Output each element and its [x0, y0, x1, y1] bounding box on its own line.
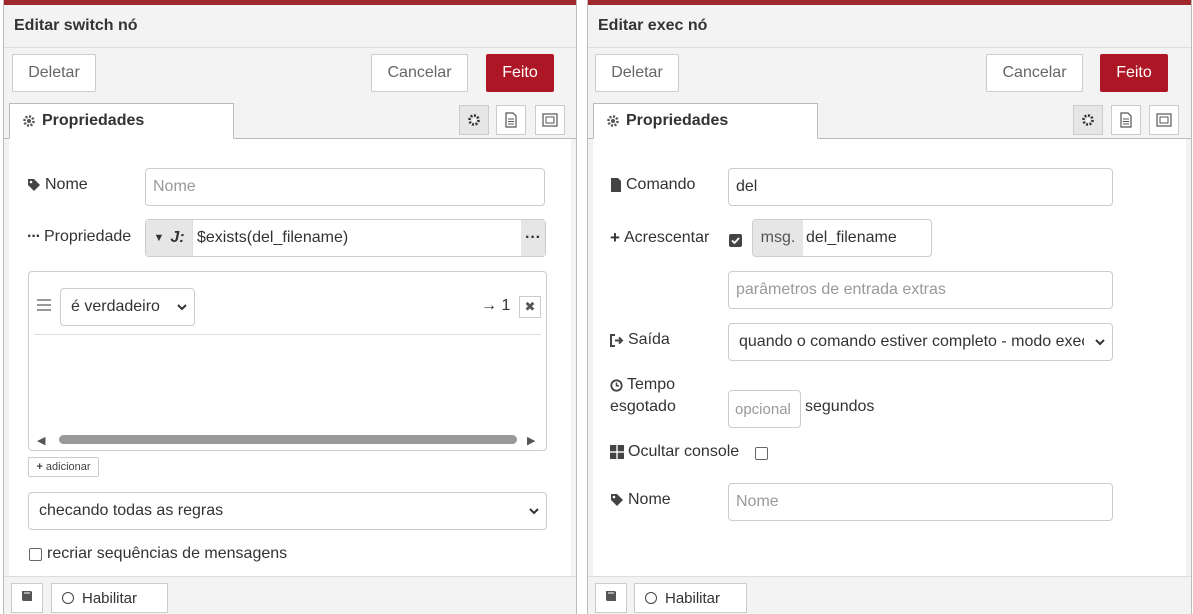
help-book-button[interactable]	[595, 583, 627, 613]
done-button[interactable]: Feito	[1100, 54, 1168, 92]
output-label: Saída	[610, 331, 670, 349]
timeout-input[interactable]: opcional	[728, 390, 801, 428]
settings-tab-icon[interactable]	[459, 105, 489, 135]
plus-icon: +	[36, 461, 43, 473]
gear-icon	[606, 114, 620, 128]
name-label: Nome	[610, 491, 671, 509]
tab-properties[interactable]: Propriedades	[593, 103, 818, 139]
top-accent-bar	[4, 0, 576, 5]
scroll-left-icon[interactable]: ◀	[37, 434, 45, 447]
append-checkbox[interactable]	[729, 234, 742, 247]
append-label: + Acrescentar	[610, 228, 710, 247]
description-tab-icon[interactable]	[496, 105, 526, 135]
panel-divider	[578, 0, 586, 614]
properties-form: Nome Nome ··· Propriedade ▼ J: $exists(d…	[9, 139, 571, 576]
settings-tab-icon[interactable]	[1073, 105, 1103, 135]
editor-title: Editar switch nó	[14, 17, 138, 34]
msg-type-selector[interactable]: msg.	[753, 220, 803, 256]
recreate-sequences-label: recriar sequências de mensagens	[47, 545, 288, 562]
file-icon	[610, 178, 622, 192]
hide-console-checkbox[interactable]	[755, 447, 768, 460]
delete-button[interactable]: Deletar	[12, 54, 96, 92]
done-button[interactable]: Feito	[486, 54, 554, 92]
add-rule-button[interactable]: + adicionar	[28, 457, 99, 477]
output-mode-select[interactable]: quando o comando estiver completo - modo…	[728, 323, 1113, 361]
description-tab-icon[interactable]	[1111, 105, 1141, 135]
name-label: Nome	[27, 176, 88, 194]
hide-console-label: Ocultar console	[610, 443, 739, 461]
name-input[interactable]: Nome	[728, 483, 1113, 521]
editor-footer: Habilitar	[588, 576, 1191, 614]
property-typed-input: ▼ J: $exists(del_filename) ···	[145, 219, 546, 257]
timeout-label-2: esgotado	[610, 398, 676, 415]
command-input[interactable]: del	[728, 168, 1113, 206]
remove-rule-button[interactable]: ✖	[519, 296, 541, 318]
extra-params-input[interactable]: parâmetros de entrada extras	[728, 271, 1113, 309]
check-mode-select[interactable]: checando todas as regras	[28, 492, 547, 530]
cancel-button[interactable]: Cancelar	[371, 54, 468, 92]
tab-label: Propriedades	[626, 112, 729, 129]
caret-down-icon: ▼	[153, 232, 165, 244]
tab-bar: Propriedades	[4, 99, 576, 139]
ellipsis-icon: ···	[27, 228, 41, 245]
type-selector[interactable]: ▼ J:	[146, 220, 193, 256]
rule-operator-select[interactable]: é verdadeiro	[60, 288, 195, 326]
enable-toggle[interactable]: Habilitar	[634, 583, 747, 613]
appearance-tab-icon[interactable]	[535, 105, 565, 135]
chevron-down-icon	[176, 300, 188, 318]
append-value[interactable]: del_filename	[803, 229, 897, 247]
name-input[interactable]: Nome	[145, 168, 545, 206]
book-icon	[20, 589, 34, 607]
tab-properties[interactable]: Propriedades	[9, 103, 234, 139]
tab-label: Propriedades	[42, 112, 145, 129]
chevron-down-icon	[1094, 335, 1106, 353]
rules-list: é verdadeiro → 1 ✖ ◀ ▶	[28, 271, 547, 451]
enable-toggle[interactable]: Habilitar	[51, 583, 168, 613]
recreate-sequences-checkbox[interactable]	[29, 548, 42, 561]
properties-form: Comando del + Acrescentar msg. del_filen…	[593, 139, 1186, 576]
tab-bar: Propriedades	[588, 99, 1191, 139]
property-value[interactable]: $exists(del_filename)	[193, 220, 521, 256]
clock-icon	[610, 378, 623, 392]
rule-output-index: → 1	[481, 297, 511, 314]
command-label: Comando	[610, 176, 695, 194]
switch-node-editor: Editar switch nó Deletar Cancelar Feito …	[3, 0, 577, 614]
top-accent-bar	[588, 0, 1191, 5]
chevron-down-icon	[528, 504, 540, 522]
exec-node-editor: Editar exec nó Deletar Cancelar Feito Pr…	[587, 0, 1192, 614]
tag-icon	[610, 493, 624, 507]
drag-handle-icon[interactable]	[37, 299, 51, 311]
plus-icon: +	[610, 228, 620, 247]
expand-editor-button[interactable]: ···	[521, 220, 545, 256]
property-label: ··· Propriedade	[27, 228, 132, 245]
circle-icon	[62, 592, 74, 604]
help-book-button[interactable]	[11, 583, 43, 613]
cancel-button[interactable]: Cancelar	[986, 54, 1083, 92]
timeout-label: Tempo	[610, 376, 675, 394]
timeout-unit: segundos	[805, 398, 875, 415]
editor-footer: Habilitar	[4, 576, 576, 614]
sign-out-icon	[610, 333, 624, 347]
tag-icon	[27, 178, 41, 192]
scroll-right-icon[interactable]: ▶	[527, 434, 535, 447]
windows-icon	[610, 445, 624, 459]
book-icon	[604, 589, 618, 607]
append-typed-input: msg. del_filename	[752, 219, 932, 257]
appearance-tab-icon[interactable]	[1149, 105, 1179, 135]
horizontal-scrollbar[interactable]	[59, 435, 517, 444]
circle-icon	[645, 592, 657, 604]
gear-icon	[22, 114, 36, 128]
delete-button[interactable]: Deletar	[595, 54, 679, 92]
editor-title: Editar exec nó	[598, 17, 708, 34]
jsonata-icon: J:	[170, 229, 185, 246]
